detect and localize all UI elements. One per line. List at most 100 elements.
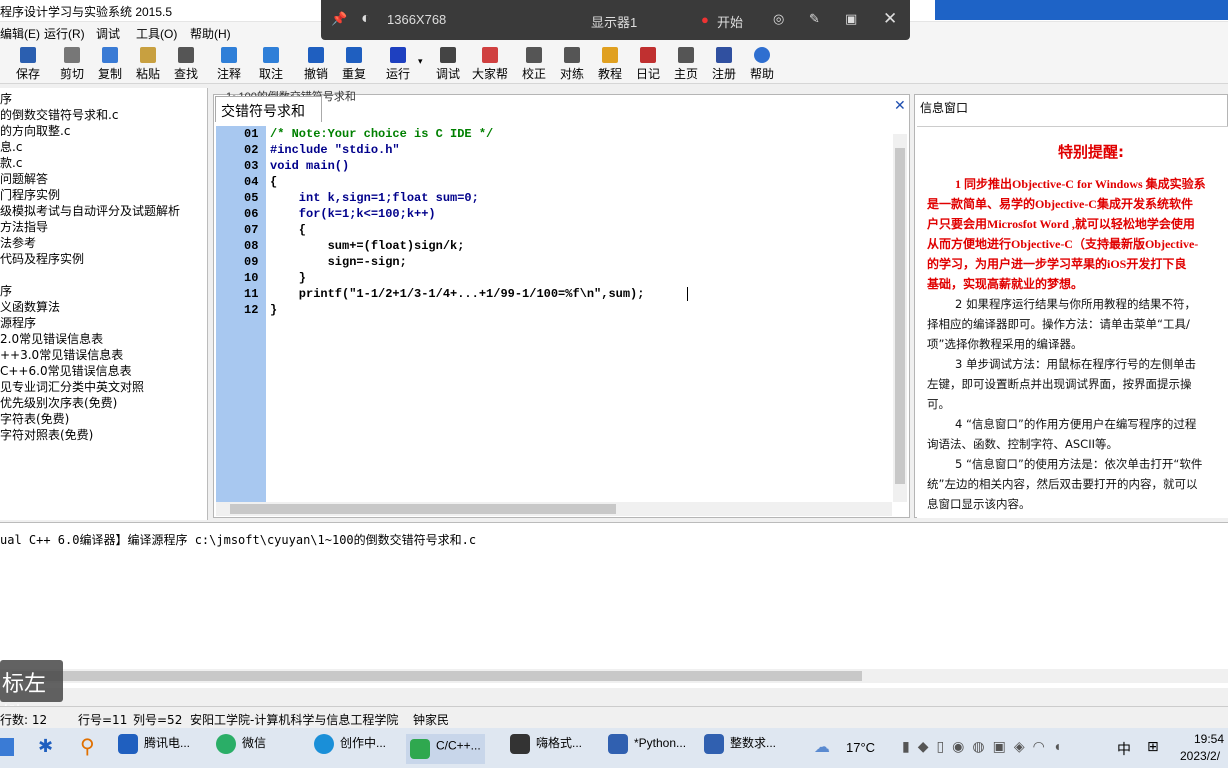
editor-vertical-scrollbar[interactable] [893, 134, 907, 502]
line-number: 04 [244, 175, 259, 189]
tree-item[interactable]: 见专业词汇分类中英文对照 [0, 378, 144, 395]
start-icon[interactable] [0, 738, 14, 756]
info-red-line: 1 同步推出Objective-C for Windows 集成实验系 [955, 177, 1206, 191]
weather-icon[interactable]: ☁ [814, 737, 830, 757]
record-start-button[interactable]: 开始 [717, 12, 743, 31]
tree-item[interactable]: 序 [0, 90, 12, 107]
help-button[interactable]: 帮助 [742, 44, 782, 82]
menu-debug[interactable]: 调试 [96, 25, 120, 42]
taskbar-item[interactable]: 腾讯电... [118, 734, 190, 764]
comment-button[interactable]: 注释 [209, 44, 249, 82]
register-button[interactable]: 注册 [704, 44, 744, 82]
code-line[interactable]: { [270, 223, 306, 237]
code-line[interactable]: sign=-sign; [270, 255, 407, 269]
clock-time[interactable]: 19:54 [1194, 732, 1224, 746]
output-panel[interactable]: ual C++ 6.0编译器】编译源程序 c:\jmsoft\cyuyan\1~… [0, 522, 1228, 688]
find-button[interactable]: 查找 [166, 44, 206, 82]
menu-run[interactable]: 运行(R) [44, 25, 85, 42]
pen-icon[interactable]: ✎ [809, 11, 820, 27]
code-editor[interactable] [213, 94, 910, 518]
menu-edit[interactable]: 编辑(E) [0, 25, 40, 42]
help-people-icon [482, 47, 498, 63]
code-line[interactable]: for(k=1;k<=100;k++) [270, 207, 436, 221]
taskbar-item[interactable]: 创作中... [314, 734, 386, 764]
tree-item[interactable]: 方法指导 [0, 218, 48, 235]
help-people-button[interactable]: 大家帮 [470, 44, 510, 82]
taskbar-item[interactable]: 微信 [216, 734, 266, 764]
tree-item[interactable]: 序 [0, 282, 12, 299]
menu-tools[interactable]: 工具(O) [136, 25, 177, 42]
tree-item[interactable]: C++6.0常见错误信息表 [0, 362, 132, 379]
tray-icons[interactable]: ▮◆▯◉◍▣◈◠◖ [902, 738, 1069, 755]
undo-button[interactable]: 撤销 [296, 44, 336, 82]
tutorial-button[interactable]: 教程 [590, 44, 630, 82]
code-line[interactable]: void main() [270, 159, 349, 173]
tree-item[interactable]: 代码及程序实例 [0, 250, 84, 267]
pin-icon[interactable]: 📌 [331, 11, 347, 27]
keyboard-icon[interactable]: ⊞ [1147, 738, 1159, 755]
copy-button[interactable]: 复制 [90, 44, 130, 82]
editor-tab[interactable]: 交错符号求和 [215, 96, 322, 122]
output-horizontal-scrollbar[interactable] [0, 669, 1228, 683]
tree-item[interactable]: 的倒数交错符号求和.c [0, 106, 118, 123]
clock-date[interactable]: 2023/2/ [1180, 749, 1220, 763]
paste-button[interactable]: 粘贴 [128, 44, 168, 82]
close-icon[interactable]: ✕ [883, 9, 897, 29]
taskbar-item[interactable]: *Python... [608, 734, 686, 764]
camera-icon[interactable]: ▣ [845, 11, 857, 27]
app-pin-icon[interactable]: ✱ [38, 736, 53, 757]
taskbar-item-active[interactable]: C/C++... [406, 734, 485, 764]
code-line[interactable]: /* Note:Your choice is C IDE */ [270, 127, 493, 141]
run-dropdown-icon[interactable]: ▾ [418, 56, 423, 67]
run-button[interactable]: 运行 [378, 44, 418, 82]
editor-horizontal-scrollbar[interactable] [216, 502, 892, 516]
search-icon[interactable]: ⚲ [80, 734, 95, 759]
line-number-gutter[interactable] [216, 126, 266, 502]
tree-item[interactable]: ++3.0常见错误信息表 [0, 346, 123, 363]
tree-item[interactable]: 级模拟考试与自动评分及试题解析 [0, 202, 180, 219]
search-icon[interactable]: ◎ [773, 11, 784, 27]
code-line[interactable]: { [270, 175, 277, 189]
scrollbar-thumb[interactable] [12, 671, 862, 681]
practice-button[interactable]: 对练 [552, 44, 592, 82]
debug-button[interactable]: 调试 [428, 44, 468, 82]
code-line[interactable]: sum+=(float)sign/k; [270, 239, 465, 253]
code-line[interactable]: printf("1-1/2+1/3-1/4+...+1/99-1/100=%f\… [270, 287, 645, 301]
tree-item[interactable]: 字符表(免费) [0, 410, 69, 427]
check-icon [526, 47, 542, 63]
tree-item[interactable]: 义函数算法 [0, 298, 60, 315]
tree-item[interactable]: 优先级别次序表(免费) [0, 394, 117, 411]
taskbar-item[interactable]: 整数求... [704, 734, 776, 764]
code-line[interactable]: #include "stdio.h" [270, 143, 400, 157]
info-content[interactable]: 特别提醒: 1 同步推出Objective-C for Windows 集成实验… [917, 126, 1228, 518]
tree-item[interactable]: 的方向取整.c [0, 122, 70, 139]
tree-item[interactable]: 法参考 [0, 234, 36, 251]
check-button[interactable]: 校正 [514, 44, 554, 82]
tree-item[interactable]: 门程序实例 [0, 186, 60, 203]
home-button[interactable]: 主页 [666, 44, 706, 82]
tree-item[interactable]: 源程序 [0, 314, 36, 331]
tree-item[interactable]: 字符对照表(免费) [0, 426, 93, 443]
tree-item[interactable]: 款.c [0, 154, 22, 171]
diary-button[interactable]: 日记 [628, 44, 668, 82]
close-editor-icon[interactable]: ✕ [894, 97, 906, 114]
taskbar-item[interactable]: 嗨格式... [510, 734, 582, 764]
save-button[interactable]: 保存 [8, 44, 48, 82]
code-line[interactable]: } [270, 303, 277, 317]
tree-item[interactable]: 2.0常见错误信息表 [0, 330, 103, 347]
tree-item[interactable]: 息.c [0, 138, 22, 155]
menu-help[interactable]: 帮助(H) [190, 25, 231, 42]
ime-indicator[interactable]: 中 [1117, 739, 1131, 759]
uncomment-button[interactable]: 取注 [251, 44, 291, 82]
cut-button[interactable]: 剪切 [52, 44, 92, 82]
scrollbar-thumb[interactable] [230, 504, 616, 514]
code-line[interactable]: } [270, 271, 306, 285]
contrast-icon[interactable]: ◐ [361, 10, 371, 28]
code-line[interactable]: int k,sign=1;float sum=0; [270, 191, 479, 205]
weather-temp[interactable]: 17°C [846, 740, 875, 755]
tree-item[interactable]: 问题解答 [0, 170, 48, 187]
display-label[interactable]: 显示器1 [591, 12, 637, 31]
scrollbar-thumb[interactable] [895, 148, 905, 484]
resolution-label[interactable]: 1366X768 [387, 12, 446, 27]
redo-button[interactable]: 重复 [334, 44, 374, 82]
